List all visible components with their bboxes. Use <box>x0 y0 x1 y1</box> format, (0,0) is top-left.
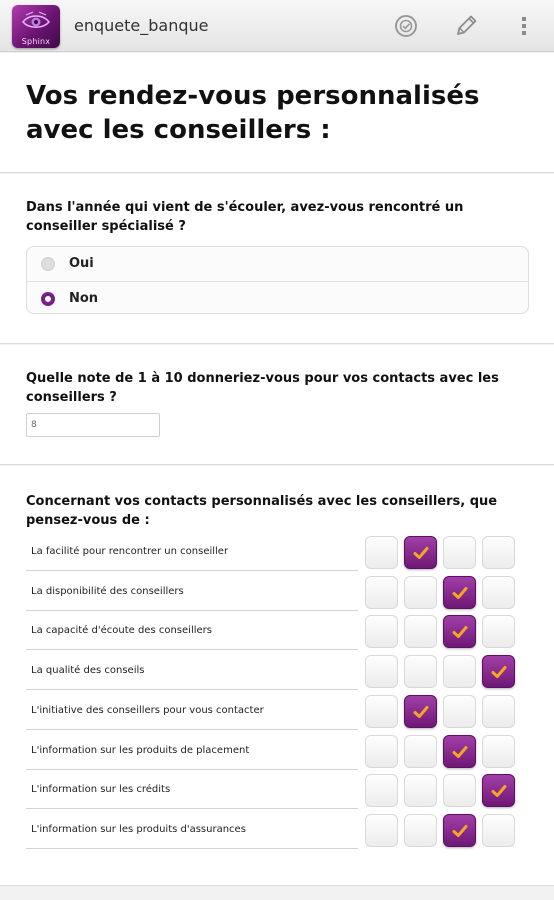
rating-checkbox-3[interactable] <box>443 734 476 768</box>
rating-checkbox-1[interactable] <box>365 615 398 649</box>
row-divider <box>26 689 358 691</box>
checkmark-icon <box>412 544 430 562</box>
row-divider <box>26 847 358 849</box>
grid-row-label: La disponibilité des conseillers <box>31 585 184 597</box>
app-icon[interactable]: Sphinx <box>12 5 60 48</box>
question-1-text: Dans l'année qui vient de s'écouler, ave… <box>26 200 464 234</box>
rating-checkbox-1[interactable] <box>365 694 398 728</box>
app-icon-brand: Sphinx <box>21 37 51 46</box>
row-divider <box>26 649 358 651</box>
checkmark-icon <box>451 743 469 761</box>
rating-checkbox-3[interactable] <box>443 575 476 609</box>
question-1-section: Dans l'année qui vient de s'écouler, ave… <box>0 174 554 344</box>
rating-checkbox-1[interactable] <box>365 813 398 847</box>
rating-checkbox-3[interactable] <box>443 694 476 728</box>
grid-row: La qualité des conseils <box>26 655 532 695</box>
row-divider <box>26 728 358 730</box>
rating-checkbox-4[interactable] <box>482 615 515 649</box>
radio-selected-icon <box>41 292 55 306</box>
rating-checkbox-1[interactable] <box>365 774 398 808</box>
rating-checkbox-2[interactable] <box>404 694 437 728</box>
rating-checkbox-3[interactable] <box>443 615 476 649</box>
overflow-menu-icon[interactable] <box>510 12 538 40</box>
rating-checkbox-2[interactable] <box>404 734 437 768</box>
grid-row-label: L'information sur les crédits <box>31 784 171 796</box>
row-divider <box>26 808 358 810</box>
row-divider <box>26 570 358 571</box>
row-divider <box>26 609 358 611</box>
grid-row-label: L'information sur les produits d'assuran… <box>31 823 246 835</box>
radio-option-oui[interactable]: Oui <box>27 247 528 281</box>
grid-row: L'information sur les produits d'assuran… <box>26 813 532 854</box>
grid-row: La facilité pour rencontrer un conseille… <box>26 536 532 576</box>
grid-row: La capacité d'écoute des conseillers <box>26 615 532 655</box>
app-bar: Sphinx enquete_banque <box>0 0 554 52</box>
rating-checkbox-3[interactable] <box>443 813 476 847</box>
radio-unselected-icon <box>41 257 55 271</box>
title-section: Vos rendez-vous personnalisés avec les c… <box>0 53 554 173</box>
rating-checkbox-4[interactable] <box>482 813 515 847</box>
rating-checkbox-3[interactable] <box>443 655 476 689</box>
grid-row-label: La facilité pour rencontrer un conseille… <box>31 546 229 557</box>
radio-option-non[interactable]: Non <box>27 281 528 313</box>
checkmark-icon <box>451 623 469 641</box>
radio-group-met-advisor: Oui Non <box>26 246 529 314</box>
row-divider <box>26 768 358 770</box>
rating-checkbox-4[interactable] <box>482 734 515 768</box>
rating-checkbox-4[interactable] <box>482 774 515 808</box>
checkmark-icon <box>490 663 508 681</box>
rating-checkbox-1[interactable] <box>365 536 398 569</box>
checkmark-icon <box>490 782 508 800</box>
grid-row-label: L'information sur les produits de placem… <box>31 744 250 756</box>
question-3-section: Concernant vos contacts personnalisés av… <box>0 466 554 886</box>
grid-row: L'initiative des conseillers pour vous c… <box>26 694 532 735</box>
rating-badge-icon[interactable] <box>392 12 420 40</box>
rating-input[interactable] <box>26 413 160 437</box>
app-title: enquete_banque <box>74 16 209 35</box>
rating-checkbox-1[interactable] <box>365 575 398 609</box>
rating-checkbox-1[interactable] <box>365 734 398 768</box>
rating-checkbox-2[interactable] <box>404 615 437 649</box>
checkmark-icon <box>412 703 430 721</box>
question-2-section: Quelle note de 1 à 10 donneriez-vous pou… <box>0 345 554 465</box>
question-2-text: Quelle note de 1 à 10 donneriez-vous pou… <box>26 371 499 405</box>
checkmark-icon <box>451 584 469 602</box>
sphinx-eye-logo <box>21 11 51 29</box>
rating-checkbox-4[interactable] <box>482 536 515 569</box>
radio-label: Oui <box>69 256 94 271</box>
radio-label: Non <box>69 291 99 306</box>
grid-row: L'information sur les produits de placem… <box>26 734 532 775</box>
rating-checkbox-3[interactable] <box>443 536 476 569</box>
rating-checkbox-2[interactable] <box>404 813 437 847</box>
rating-checkbox-1[interactable] <box>365 655 398 689</box>
grid-row-label: La capacité d'écoute des conseillers <box>31 625 212 637</box>
page-title: Vos rendez-vous personnalisés avec les c… <box>26 81 480 145</box>
grid-row-label: La qualité des conseils <box>31 665 145 677</box>
rating-checkbox-2[interactable] <box>404 575 437 609</box>
rating-checkbox-4[interactable] <box>482 694 515 728</box>
rating-checkbox-2[interactable] <box>404 655 437 689</box>
grid-row-label: L'initiative des conseillers pour vous c… <box>31 704 264 716</box>
rating-checkbox-3[interactable] <box>443 774 476 808</box>
rating-checkbox-2[interactable] <box>404 774 437 808</box>
question-3-text: Concernant vos contacts personnalisés av… <box>26 494 498 528</box>
pencil-icon[interactable] <box>452 12 480 40</box>
grid-row: L'information sur les crédits <box>26 774 532 814</box>
rating-checkbox-4[interactable] <box>482 575 515 609</box>
rating-checkbox-4[interactable] <box>482 655 515 689</box>
grid-row: La disponibilité des conseillers <box>26 575 532 616</box>
checkmark-icon <box>451 822 469 840</box>
rating-checkbox-2[interactable] <box>404 536 437 569</box>
